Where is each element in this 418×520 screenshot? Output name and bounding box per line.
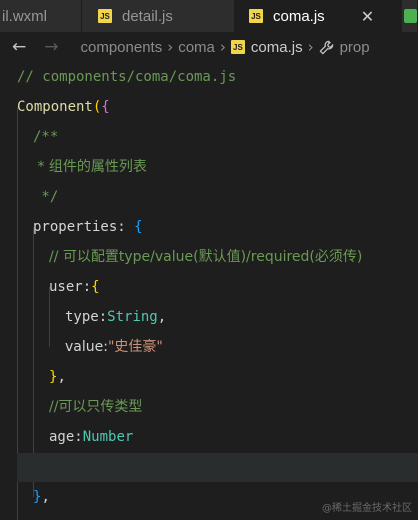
close-icon[interactable]: ✕ — [361, 7, 374, 26]
code-line-13: age:Number — [49, 429, 134, 445]
breadcrumb-item-properties[interactable]: prop — [340, 39, 370, 56]
tab-detail-js[interactable]: JS detail.js — [82, 0, 235, 32]
code-line-5: */ — [33, 189, 59, 205]
tab-label: il.wxml — [2, 7, 47, 25]
code-line-3: /** — [33, 129, 59, 145]
code-line-6: properties: { — [33, 219, 143, 235]
js-file-icon: JS — [230, 40, 245, 54]
tab-label: coma.js — [273, 7, 325, 25]
code-line-2: Component({ — [17, 99, 110, 115]
watermark: @稀土掘金技术社区 — [322, 503, 412, 514]
code-line-1: // components/coma/coma.js — [17, 69, 237, 85]
tab-wxml[interactable]: il.wxml — [0, 0, 82, 32]
tab-bar: il.wxml JS detail.js JS coma.js ✕ — [0, 0, 418, 32]
js-file-icon: JS — [98, 9, 112, 23]
breadcrumb: ← → components › coma › JS coma.js › pro… — [0, 32, 418, 62]
breadcrumb-item-file[interactable]: coma.js — [251, 39, 303, 56]
tab-coma-js[interactable]: JS coma.js ✕ — [235, 0, 402, 32]
code-line-8: user:{ — [49, 279, 100, 295]
current-line-highlight — [17, 453, 418, 482]
code-line-12: //可以只传类型 — [49, 399, 143, 415]
code-line-10: value:"史佳豪" — [65, 339, 163, 355]
code-line-4: * 组件的属性列表 — [33, 159, 147, 175]
wrench-icon — [319, 40, 334, 55]
code-line-7: // 可以配置type/value(默认值)/required(必须传) — [49, 249, 363, 265]
file-icon — [404, 9, 417, 23]
code-editor[interactable]: // components/coma/coma.js Component({ /… — [0, 62, 418, 520]
breadcrumb-item-components[interactable]: components — [81, 39, 163, 56]
breadcrumb-item-coma[interactable]: coma — [178, 39, 215, 56]
forward-arrow-icon[interactable]: → — [44, 37, 58, 57]
chevron-right-icon: › — [219, 38, 226, 56]
chevron-right-icon: › — [307, 38, 314, 56]
js-file-icon: JS — [249, 9, 263, 23]
tab-overflow[interactable] — [402, 0, 418, 32]
chevron-right-icon: › — [167, 38, 174, 56]
back-arrow-icon[interactable]: ← — [12, 37, 26, 57]
code-line-15: }, — [33, 489, 50, 505]
code-line-11: }, — [49, 369, 66, 385]
code-line-9: type:String, — [65, 309, 167, 325]
tab-label: detail.js — [122, 7, 173, 25]
